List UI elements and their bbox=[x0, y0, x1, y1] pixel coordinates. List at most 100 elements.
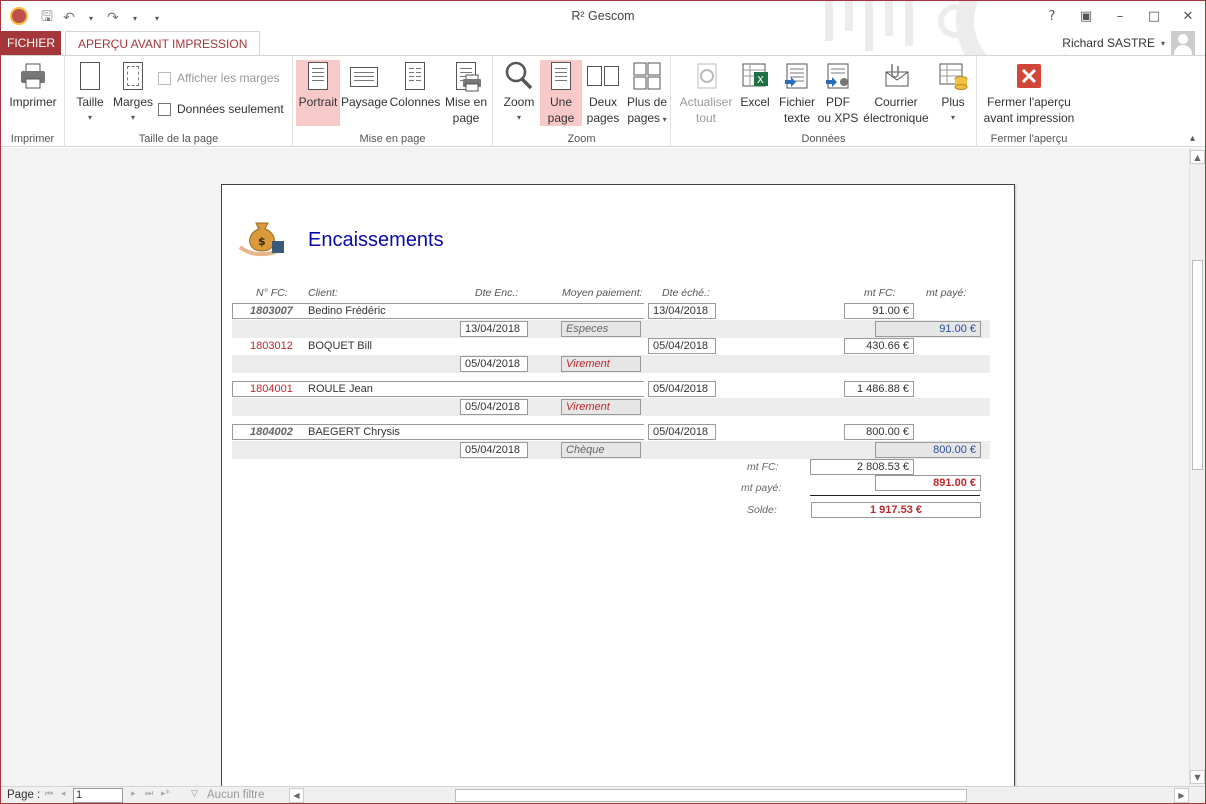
tab-print-preview[interactable]: APERÇU AVANT IMPRESSION bbox=[65, 31, 261, 56]
row-border bbox=[232, 303, 644, 319]
minimize-icon[interactable]: – bbox=[1103, 1, 1137, 31]
next-page-icon[interactable]: ▸ bbox=[131, 789, 136, 799]
scroll-up-icon[interactable]: ▲ bbox=[1190, 150, 1205, 164]
row-moyen: Chèque bbox=[561, 442, 641, 458]
row-dte-enc: 05/04/2018 bbox=[460, 356, 528, 372]
refresh-all-button[interactable]: Actualiser tout bbox=[675, 60, 737, 126]
email-label-1: Courrier bbox=[874, 95, 918, 109]
user-name: Richard SASTRE bbox=[1062, 36, 1155, 50]
row-moyen: Virement bbox=[561, 399, 641, 415]
total-mt-paye-label: mt payé: bbox=[741, 482, 782, 494]
portrait-button[interactable]: Portrait bbox=[296, 60, 340, 126]
first-page-icon[interactable]: ⏮ bbox=[45, 789, 53, 799]
portrait-label: Portrait bbox=[298, 95, 338, 109]
two-pages-button[interactable]: Deux pages bbox=[583, 60, 623, 126]
margins-button[interactable]: Marges ▾ bbox=[111, 60, 155, 126]
ribbon: Imprimer Imprimer Taille ▾ Marges ▾ Affi… bbox=[1, 55, 1205, 147]
show-margins-box[interactable] bbox=[158, 71, 171, 85]
margins-icon bbox=[117, 60, 149, 92]
printer-icon bbox=[17, 60, 49, 92]
close-preview-button[interactable]: Fermer l'aperçu avant impression bbox=[979, 60, 1079, 126]
scroll-left-icon[interactable]: ◀ bbox=[289, 788, 304, 803]
pdf-xps-button[interactable]: PDF ou XPS bbox=[817, 60, 859, 126]
text-file-icon bbox=[781, 60, 813, 92]
database-export-icon bbox=[937, 60, 969, 92]
group-label-fermer: Fermer l'aperçu bbox=[990, 133, 1068, 145]
email-attachment-icon bbox=[880, 60, 912, 92]
columns-button[interactable]: Colonnes bbox=[389, 60, 441, 110]
status-bar: Page : ⏮ ◂ 1 ▸ ⏭ ▸* ▽ Aucun filtre ◀ ▶ bbox=[1, 786, 1205, 803]
row-nfc: 1803012 bbox=[250, 340, 293, 352]
row-border bbox=[232, 424, 644, 440]
scroll-thumb[interactable] bbox=[1192, 260, 1203, 470]
one-page-button[interactable]: Une page bbox=[540, 60, 582, 126]
landscape-button[interactable]: Paysage bbox=[341, 60, 388, 110]
page-number-input[interactable]: 1 bbox=[73, 788, 123, 803]
two-pages-icon bbox=[587, 60, 619, 92]
avatar[interactable] bbox=[1171, 31, 1195, 55]
text-file-button[interactable]: Fichier texte bbox=[775, 60, 819, 126]
prev-page-icon[interactable]: ◂ bbox=[61, 789, 66, 799]
row-border bbox=[232, 381, 644, 397]
tab-file[interactable]: FICHIER bbox=[1, 31, 61, 55]
text-file-label-2: texte bbox=[783, 111, 810, 125]
header-moyen: Moyen paiement: bbox=[562, 287, 643, 299]
print-button[interactable]: Imprimer bbox=[5, 60, 61, 110]
chevron-down-icon: ▾ bbox=[1160, 38, 1165, 48]
close-preview-label-1: Fermer l'aperçu bbox=[987, 95, 1071, 109]
close-preview-label-2: avant impression bbox=[983, 111, 1075, 125]
page-setup-button[interactable]: Mise en page bbox=[443, 60, 489, 126]
size-button[interactable]: Taille ▾ bbox=[71, 60, 109, 126]
data-only-box[interactable] bbox=[158, 102, 171, 116]
vertical-scrollbar[interactable]: ▲ ▼ bbox=[1189, 148, 1205, 786]
row-mt-paye: 91.00 € bbox=[875, 321, 981, 337]
scroll-down-icon[interactable]: ▼ bbox=[1190, 770, 1205, 784]
last-page-icon[interactable]: ⏭ bbox=[145, 789, 153, 799]
row-mt-fc: 430.66 € bbox=[844, 338, 914, 354]
page-label: Page : bbox=[7, 789, 41, 801]
show-margins-checkbox[interactable]: Afficher les marges bbox=[158, 71, 280, 85]
more-pages-dropdown-icon: ▾ bbox=[660, 115, 667, 124]
row-mt-paye: 800.00 € bbox=[875, 442, 981, 458]
row-client: BAEGERT Chrysis bbox=[308, 426, 400, 438]
one-page-label-2: page bbox=[547, 111, 575, 125]
close-icon[interactable]: ✕ bbox=[1171, 1, 1205, 31]
header-mt-paye: mt payé: bbox=[926, 287, 967, 299]
help-icon[interactable]: ? bbox=[1035, 1, 1069, 31]
window-title: R² Gescom bbox=[571, 9, 635, 23]
text-file-label-1: Fichier bbox=[778, 95, 815, 109]
filter-icon[interactable]: ▽ bbox=[191, 789, 198, 799]
total-mt-fc: 2 808.53 € bbox=[810, 459, 914, 475]
total-mt-paye: 891.00 € bbox=[875, 475, 981, 491]
row-dte-eche: 05/04/2018 bbox=[648, 424, 716, 440]
horizontal-scrollbar[interactable]: ◀ ▶ bbox=[289, 788, 1189, 803]
excel-button[interactable]: X Excel bbox=[737, 60, 773, 110]
more-pages-button[interactable]: Plus de pages ▾ bbox=[625, 60, 669, 128]
refresh-label-2: tout bbox=[695, 111, 716, 125]
row-moyen: Virement bbox=[561, 356, 641, 372]
zoom-label: Zoom bbox=[503, 95, 535, 109]
landscape-label: Paysage bbox=[341, 95, 388, 109]
columns-icon bbox=[399, 60, 431, 92]
solde-label: Solde: bbox=[747, 504, 777, 516]
restore-ribbon-icon[interactable]: ▣ bbox=[1069, 1, 1103, 31]
data-only-label: Données seulement bbox=[177, 102, 284, 116]
page-setup-label-1: Mise en bbox=[444, 95, 488, 109]
more-export-button[interactable]: Plus ▾ bbox=[933, 60, 973, 126]
row-dte-enc: 05/04/2018 bbox=[460, 442, 528, 458]
zoom-dropdown-icon: ▾ bbox=[516, 113, 521, 122]
maximize-icon[interactable]: □ bbox=[1137, 1, 1171, 31]
scroll-right-icon[interactable]: ▶ bbox=[1174, 788, 1189, 803]
user-account[interactable]: Richard SASTRE ▾ bbox=[1062, 31, 1195, 55]
email-button[interactable]: Courrier électronique bbox=[861, 60, 931, 126]
new-record-icon[interactable]: ▸* bbox=[161, 789, 170, 799]
pdf-label-1: PDF bbox=[826, 95, 850, 109]
collapse-ribbon-icon[interactable]: ▴ bbox=[1190, 133, 1195, 144]
one-page-icon bbox=[545, 60, 577, 92]
filter-status[interactable]: Aucun filtre bbox=[207, 789, 265, 801]
row-nfc: 1804001 bbox=[250, 383, 293, 395]
hscroll-thumb[interactable] bbox=[455, 789, 967, 802]
page-setup-icon bbox=[450, 60, 482, 92]
data-only-checkbox[interactable]: Données seulement bbox=[158, 102, 284, 116]
zoom-button[interactable]: Zoom ▾ bbox=[499, 60, 539, 126]
